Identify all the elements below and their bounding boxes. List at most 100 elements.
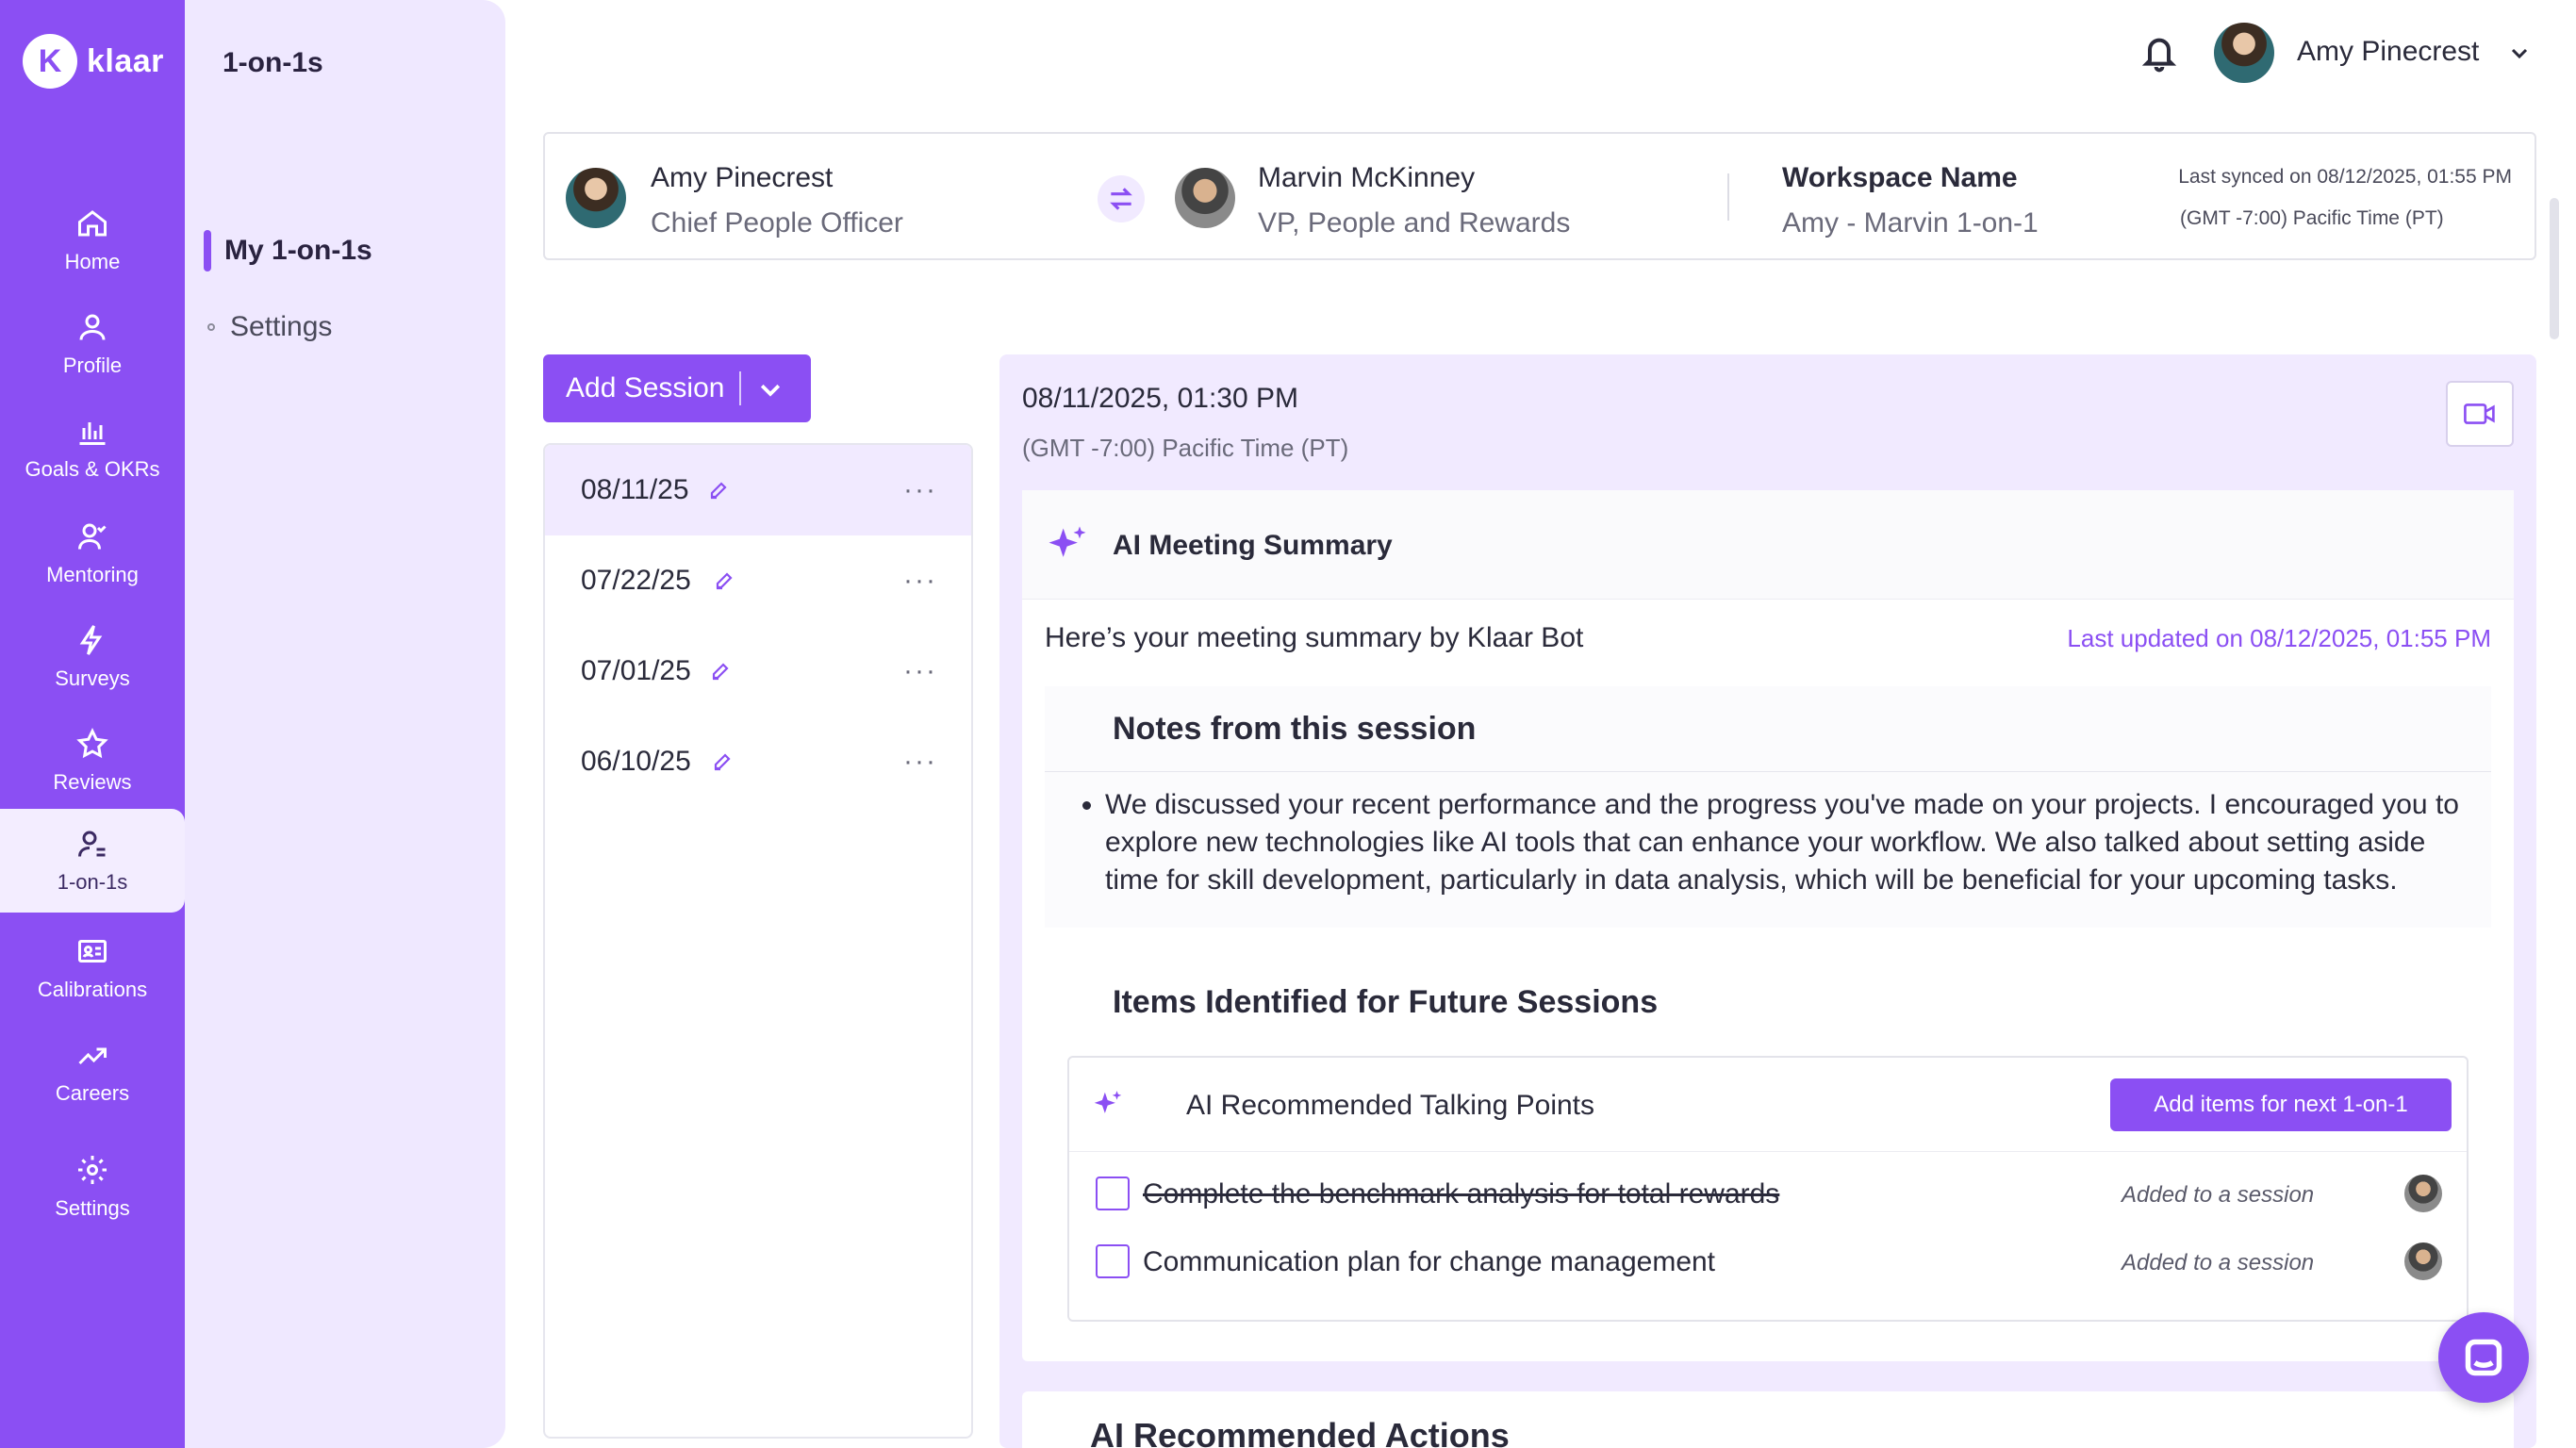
- pencil-icon[interactable]: [711, 750, 734, 773]
- summary-header: AI Meeting Summary: [1022, 490, 2514, 600]
- nav-careers[interactable]: Careers: [0, 1020, 185, 1124]
- pencil-icon[interactable]: [707, 479, 730, 502]
- session-date: 08/11/25: [581, 474, 689, 505]
- sparkle-icon: [1049, 526, 1086, 557]
- actions-title: AI Recommended Actions: [1090, 1416, 1510, 1448]
- session-detail-panel: 08/11/2025, 01:30 PM (GMT -7:00) Pacific…: [999, 354, 2536, 1448]
- more-options-icon[interactable]: ···: [903, 565, 937, 597]
- nav-reviews[interactable]: Reviews: [0, 709, 185, 813]
- nav-label: Goals & OKRs: [25, 457, 160, 481]
- nav-label: Settings: [55, 1196, 130, 1220]
- page-scrollbar[interactable]: [2550, 198, 2559, 339]
- nav-profile[interactable]: Profile: [0, 292, 185, 396]
- talking-point-row: Complete the benchmark analysis for tota…: [1069, 1160, 2467, 1227]
- bullet-icon: [207, 323, 215, 331]
- last-synced: Last synced on 08/12/2025, 01:55 PM: [2178, 166, 2512, 188]
- add-session-button[interactable]: Add Session: [543, 354, 811, 422]
- mentoring-icon: [78, 523, 107, 550]
- nav-home[interactable]: Home: [0, 189, 185, 292]
- chevron-down-icon[interactable]: [756, 375, 784, 403]
- nav-surveys[interactable]: Surveys: [0, 605, 185, 709]
- summary-intro: Here’s your meeting summary by Klaar Bot: [1045, 622, 1584, 653]
- user-avatar[interactable]: [2214, 23, 2274, 83]
- ai-meeting-summary-card: AI Meeting Summary Here’s your meeting s…: [1022, 490, 2514, 1361]
- nav-goals[interactable]: Goals & OKRs: [0, 396, 185, 500]
- nav-label: Reviews: [53, 770, 132, 794]
- more-options-icon[interactable]: ···: [903, 655, 937, 687]
- talking-point-checkbox[interactable]: [1096, 1176, 1130, 1210]
- pencil-icon[interactable]: [713, 569, 735, 592]
- talking-point-checkbox[interactable]: [1096, 1244, 1130, 1278]
- nav-calibrations[interactable]: Calibrations: [0, 916, 185, 1020]
- nav-mentoring[interactable]: Mentoring: [0, 502, 185, 605]
- pencil-icon[interactable]: [709, 660, 732, 683]
- session-timezone: (GMT -7:00) Pacific Time (PT): [1022, 434, 1349, 462]
- video-camera-icon: [2464, 403, 2495, 424]
- star-icon: [76, 728, 108, 759]
- subnav-item-my-one-on-ones[interactable]: My 1-on-1s: [204, 230, 372, 272]
- talking-point-text: Communication plan for change management: [1143, 1246, 1716, 1277]
- lightning-icon: [79, 625, 103, 655]
- workspace-name: Amy - Marvin 1-on-1: [1782, 207, 2039, 239]
- nav-one-on-ones[interactable]: 1-on-1s: [0, 809, 185, 913]
- more-options-icon[interactable]: ···: [903, 474, 937, 506]
- nav-label: Surveys: [55, 666, 130, 690]
- add-items-button[interactable]: Add items for next 1-on-1: [2110, 1078, 2452, 1131]
- sparkle-icon: [1094, 1091, 1122, 1113]
- add-session-label: Add Session: [566, 372, 725, 403]
- participant-a-role: Chief People Officer: [651, 207, 903, 239]
- participant-b-role: VP, People and Rewards: [1258, 207, 1571, 239]
- notification-bell-icon[interactable]: [2140, 32, 2178, 74]
- notes-list: We discussed your recent performance and…: [1105, 786, 2463, 899]
- talking-points-card: AI Recommended Talking Points Add items …: [1067, 1056, 2469, 1322]
- participant-b-avatar: [1175, 168, 1235, 228]
- nav-label: 1-on-1s: [57, 870, 128, 894]
- chat-launcher-button[interactable]: [2438, 1312, 2529, 1403]
- talking-point-text: Complete the benchmark analysis for tota…: [1143, 1178, 1780, 1209]
- divider: [1045, 771, 2491, 772]
- session-notes: Notes from this session We discussed you…: [1045, 686, 2491, 928]
- talking-points-title: AI Recommended Talking Points: [1186, 1090, 1595, 1121]
- session-list: 08/11/25 ··· 07/22/25 ··· 07/01/25 ··· 0…: [543, 443, 973, 1439]
- session-date: 06/10/25: [581, 746, 691, 777]
- subnav-item-settings[interactable]: Settings: [204, 311, 332, 343]
- notes-item: We discussed your recent performance and…: [1105, 786, 2463, 899]
- participant-a-name: Amy Pinecrest: [651, 162, 834, 193]
- session-datetime: 08/11/2025, 01:30 PM: [1022, 383, 1298, 414]
- trend-up-icon: [78, 1047, 107, 1065]
- participant-a-avatar: [566, 168, 626, 228]
- session-item[interactable]: 07/01/25 ···: [545, 626, 971, 716]
- subnav-title: 1-on-1s: [223, 47, 323, 78]
- chevron-down-icon[interactable]: [2508, 41, 2531, 64]
- participant-b-name: Marvin McKinney: [1258, 162, 1476, 193]
- secondary-sidebar: 1-on-1s My 1-on-1s Settings: [185, 0, 505, 1448]
- user-name[interactable]: Amy Pinecrest: [2297, 36, 2479, 68]
- notes-title: Notes from this session: [1113, 711, 1477, 747]
- session-item[interactable]: 08/11/25 ···: [545, 445, 971, 535]
- session-item[interactable]: 07/22/25 ···: [545, 535, 971, 626]
- nav-settings[interactable]: Settings: [0, 1135, 185, 1239]
- nav-label: Profile: [62, 354, 123, 377]
- subnav-item-label: My 1-on-1s: [224, 235, 372, 266]
- participants-card: Amy Pinecrest Chief People Officer Marvi…: [543, 132, 2536, 260]
- more-options-icon[interactable]: ···: [903, 746, 937, 778]
- bar-chart-icon: [79, 422, 106, 445]
- swap-icon[interactable]: [1098, 175, 1145, 222]
- active-indicator: [204, 230, 211, 272]
- one-on-one-icon: [78, 831, 106, 857]
- home-icon: [78, 210, 107, 237]
- video-camera-button[interactable]: [2446, 381, 2514, 447]
- assignee-avatar: [2404, 1242, 2442, 1280]
- future-sessions-title: Items Identified for Future Sessions: [1113, 984, 1659, 1020]
- workspace-label: Workspace Name: [1782, 162, 2018, 193]
- klaar-logo[interactable]: K klaar: [23, 34, 164, 89]
- session-item[interactable]: 06/10/25 ···: [545, 716, 971, 807]
- talking-point-row: Communication plan for change management…: [1069, 1227, 2467, 1295]
- logo-badge: K: [23, 34, 77, 89]
- talking-points-header: AI Recommended Talking Points Add items …: [1069, 1058, 2467, 1152]
- subnav-item-label: Settings: [230, 311, 333, 342]
- divider: [1727, 173, 1729, 221]
- talking-point-status: Added to a session: [2122, 1182, 2315, 1208]
- nav-label: Mentoring: [46, 563, 139, 586]
- nav-label: Careers: [55, 1081, 130, 1105]
